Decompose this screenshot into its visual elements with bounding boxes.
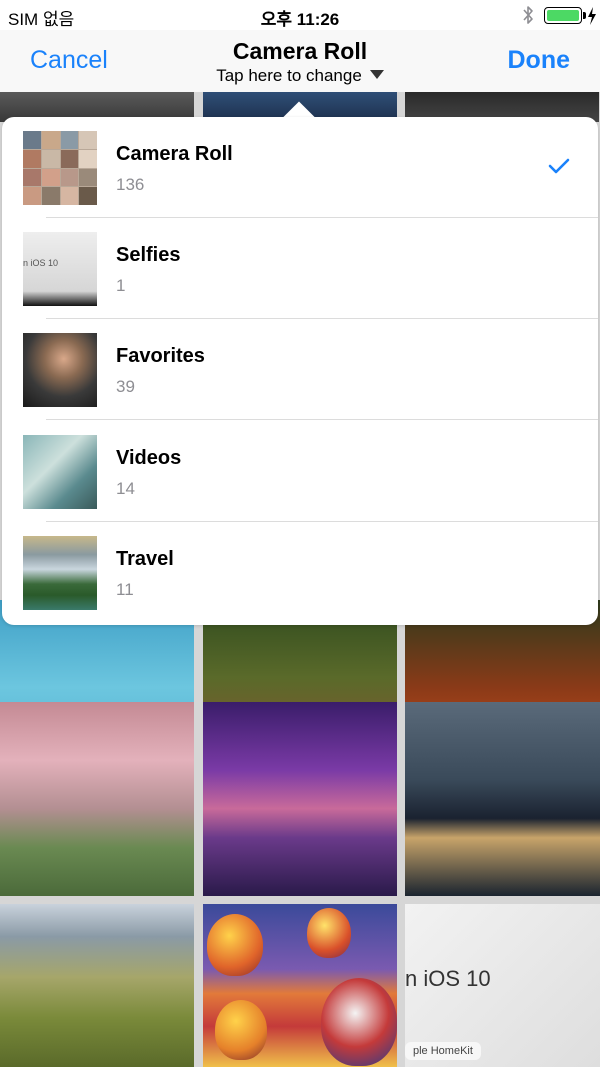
album-count: 1 bbox=[116, 276, 126, 295]
checkmark-icon bbox=[548, 158, 570, 174]
album-thumbnail bbox=[23, 333, 97, 407]
album-thumbnail bbox=[23, 536, 97, 610]
album-thumbnail bbox=[23, 435, 97, 509]
divider bbox=[46, 419, 598, 420]
photo-thumbnail[interactable]: n iOS 10 ple HomeKit bbox=[405, 904, 600, 1067]
album-thumbnail: n iOS 10 bbox=[23, 232, 97, 306]
album-name: Travel bbox=[116, 548, 174, 570]
photo-thumbnail[interactable] bbox=[0, 904, 194, 1067]
photo-caption-text: n iOS 10 bbox=[405, 966, 491, 991]
photo-thumbnail[interactable] bbox=[405, 702, 600, 896]
album-name: Camera Roll bbox=[116, 143, 233, 165]
album-count: 14 bbox=[116, 479, 135, 498]
album-count: 136 bbox=[116, 175, 145, 194]
album-thumbnail bbox=[23, 131, 97, 205]
album-picker-popover: Camera Roll 136 n iOS 10 Selfies 1 Favor… bbox=[2, 117, 598, 625]
battery-icon bbox=[544, 7, 582, 24]
album-name: Selfies bbox=[116, 244, 181, 266]
thumbnail-text: n iOS 10 bbox=[23, 258, 59, 268]
album-row-selfies[interactable]: n iOS 10 Selfies 1 bbox=[2, 218, 598, 319]
album-row-favorites[interactable]: Favorites 39 bbox=[2, 319, 598, 420]
clock: 오후 11:26 bbox=[260, 10, 340, 29]
album-name: Videos bbox=[116, 447, 182, 469]
album-name: Favorites bbox=[116, 345, 205, 367]
photo-thumbnail[interactable] bbox=[0, 702, 194, 896]
bluetooth-icon bbox=[523, 6, 533, 24]
album-row-videos[interactable]: Videos 14 bbox=[2, 421, 598, 522]
album-row-travel[interactable]: Travel 11 bbox=[2, 522, 598, 623]
photo-thumbnail[interactable] bbox=[203, 702, 397, 896]
album-switcher-label: Tap here to change bbox=[216, 66, 362, 85]
album-count: 11 bbox=[116, 580, 134, 599]
status-bar: SIM 없음 오후 11:26 bbox=[0, 0, 600, 30]
photo-caption-subtext: ple HomeKit bbox=[405, 1042, 481, 1060]
caret-down-icon bbox=[369, 70, 384, 79]
done-button[interactable]: Done bbox=[508, 46, 571, 75]
navigation-bar: Cancel Camera Roll Tap here to change Do… bbox=[0, 30, 600, 92]
album-count: 39 bbox=[116, 377, 135, 396]
photo-thumbnail[interactable] bbox=[203, 904, 397, 1067]
charging-icon bbox=[588, 7, 596, 25]
album-row-camera-roll[interactable]: Camera Roll 136 bbox=[2, 117, 598, 218]
